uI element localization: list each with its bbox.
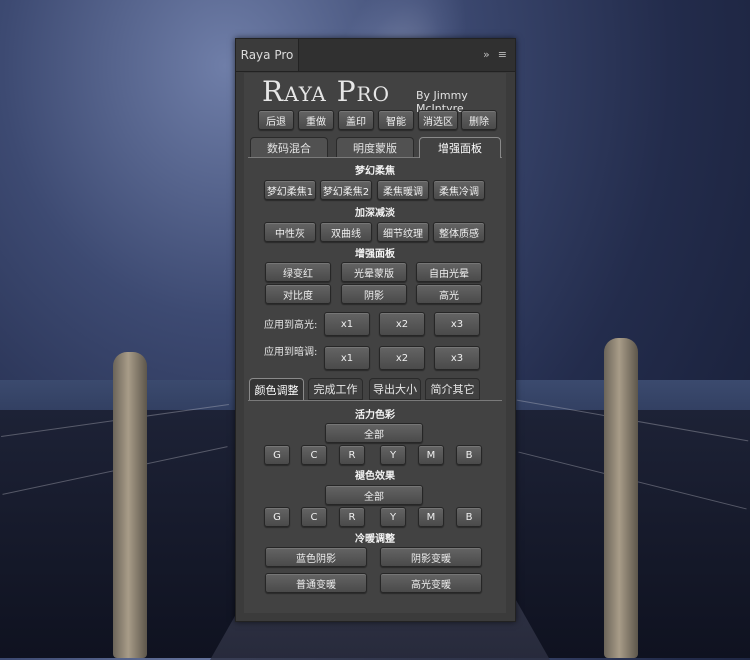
redo-button[interactable]: 重做 (298, 110, 334, 130)
warm-shadows-button[interactable]: 阴影变暖 (380, 547, 482, 567)
vibrance-section-title: 活力色彩 (355, 410, 395, 421)
vibrance-g-button[interactable]: G (264, 445, 290, 465)
panel-content: Raya Pro By Jimmy McIntyre 后退 重做 盖印 智能 消… (244, 73, 506, 613)
raya-pro-panel: Raya Pro » ≡ Raya Pro By Jimmy McIntyre … (235, 38, 516, 622)
orton-mask-button[interactable]: 光晕蒙版 (341, 262, 407, 282)
cool-glow-button[interactable]: 柔焦冷调 (433, 180, 485, 200)
tab-info-other[interactable]: 简介其它 (425, 378, 480, 400)
warmcool-section-title: 冷暖调整 (355, 534, 395, 545)
stamp-button[interactable]: 盖印 (338, 110, 374, 130)
lower-tab-underline (248, 400, 502, 401)
blue-shadows-button[interactable]: 蓝色阴影 (265, 547, 367, 567)
fence-post-left (113, 352, 147, 658)
apply-shadows-label: 应用到暗调: (264, 347, 318, 358)
fade-r-button[interactable]: R (339, 507, 365, 527)
panel-tab[interactable]: Raya Pro (236, 39, 299, 71)
overall-texture-button[interactable]: 整体质感 (433, 222, 485, 242)
free-orton-button[interactable]: 自由光晕 (416, 262, 482, 282)
undo-button[interactable]: 后退 (258, 110, 294, 130)
shadows-x3-button[interactable]: x3 (434, 346, 480, 370)
vibrance-m-button[interactable]: M (418, 445, 444, 465)
vibrance-c-button[interactable]: C (301, 445, 327, 465)
dream-glow-2-button[interactable]: 梦幻柔焦2 (320, 180, 372, 200)
enhance-section-title: 增强面板 (355, 249, 395, 260)
fade-y-button[interactable]: Y (380, 507, 406, 527)
header-icons: » ≡ (483, 48, 507, 61)
vibrance-r-button[interactable]: R (339, 445, 365, 465)
delete-button[interactable]: 删除 (461, 110, 497, 130)
warm-highlights-button[interactable]: 高光变暖 (380, 573, 482, 593)
brand-logo: Raya Pro (262, 75, 391, 108)
tab-enhance-panel[interactable]: 增强面板 (419, 137, 501, 158)
menu-icon[interactable]: ≡ (498, 48, 507, 61)
panel-header: Raya Pro » ≡ (236, 39, 515, 72)
highlights-x3-button[interactable]: x3 (434, 312, 480, 336)
highlights-x1-button[interactable]: x1 (324, 312, 370, 336)
fade-section-title: 褪色效果 (355, 471, 395, 482)
highlights-x2-button[interactable]: x2 (379, 312, 425, 336)
tab-color-adjust[interactable]: 颜色调整 (249, 378, 304, 400)
fade-g-button[interactable]: G (264, 507, 290, 527)
fade-b-button[interactable]: B (456, 507, 482, 527)
fence-post-right (604, 338, 638, 658)
neutral-gray-button[interactable]: 中性灰 (264, 222, 316, 242)
fade-c-button[interactable]: C (301, 507, 327, 527)
contrast-button[interactable]: 对比度 (265, 284, 331, 304)
dodge-section-title: 加深减淡 (355, 208, 395, 219)
tab-finish-work[interactable]: 完成工作 (308, 378, 363, 400)
highlights-button[interactable]: 高光 (416, 284, 482, 304)
normal-warm-button[interactable]: 普通变暖 (265, 573, 367, 593)
dream-glow-1-button[interactable]: 梦幻柔焦1 (264, 180, 316, 200)
tab-export-size[interactable]: 导出大小 (369, 378, 421, 400)
vibrance-y-button[interactable]: Y (380, 445, 406, 465)
brand-header: Raya Pro By Jimmy McIntyre (254, 75, 504, 115)
smart-button[interactable]: 智能 (378, 110, 414, 130)
detail-texture-button[interactable]: 细节纹理 (377, 222, 429, 242)
tab-digital-blend[interactable]: 数码混合 (250, 137, 328, 157)
fade-all-button[interactable]: 全部 (325, 485, 423, 505)
warm-glow-button[interactable]: 柔焦暖调 (377, 180, 429, 200)
shadows-x2-button[interactable]: x2 (379, 346, 425, 370)
tab-luminosity-mask[interactable]: 明度蒙版 (336, 137, 414, 157)
apply-highlights-label: 应用到高光: (264, 320, 318, 331)
shadows-button[interactable]: 阴影 (341, 284, 407, 304)
vibrance-all-button[interactable]: 全部 (325, 423, 423, 443)
collapse-icon[interactable]: » (483, 48, 490, 61)
green-to-red-button[interactable]: 绿变红 (265, 262, 331, 282)
shadows-x1-button[interactable]: x1 (324, 346, 370, 370)
vibrance-b-button[interactable]: B (456, 445, 482, 465)
deselect-button[interactable]: 消选区 (418, 110, 458, 130)
dual-curve-button[interactable]: 双曲线 (320, 222, 372, 242)
fade-m-button[interactable]: M (418, 507, 444, 527)
dream-section-title: 梦幻柔焦 (355, 166, 395, 177)
